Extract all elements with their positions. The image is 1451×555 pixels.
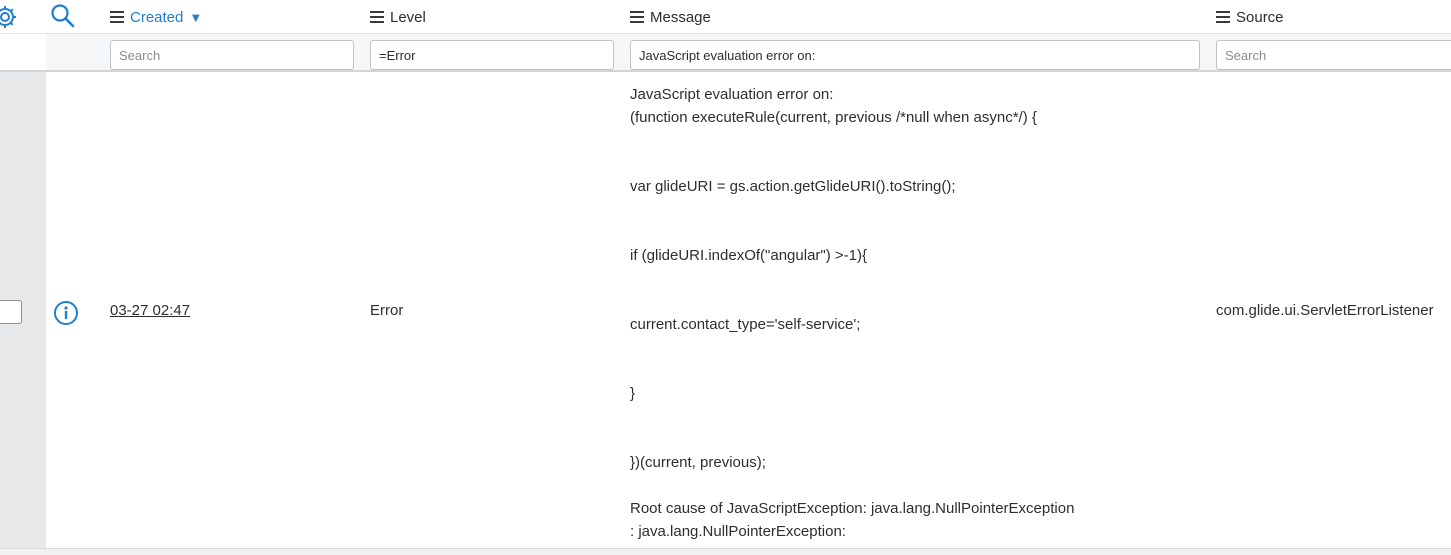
row-select-checkbox[interactable]	[0, 300, 22, 324]
next-row-edge	[0, 548, 1451, 555]
created-cell: 03-27 02:47	[110, 302, 190, 319]
created-link[interactable]: 03-27 02:47	[110, 302, 190, 319]
message-line	[630, 290, 1200, 313]
column-header-message-label: Message	[650, 8, 711, 26]
message-line: JavaScript evaluation error on:	[630, 86, 834, 103]
column-header-row: Created ▼ Level Message Source	[0, 0, 1451, 34]
column-header-created-label: Created	[130, 8, 184, 26]
message-line	[630, 267, 1200, 290]
message-filter-input[interactable]	[630, 40, 1200, 70]
gear-icon[interactable]	[0, 4, 18, 30]
level-filter-input[interactable]	[370, 40, 614, 70]
message-line	[630, 428, 1200, 451]
hamburger-icon[interactable]	[370, 11, 384, 23]
message-cell: JavaScript evaluation error on: (function…	[630, 83, 1200, 543]
message-line	[630, 359, 1200, 382]
sort-descending-icon[interactable]: ▼	[189, 11, 202, 24]
hamburger-icon[interactable]	[110, 11, 124, 23]
message-line	[630, 474, 1200, 497]
level-cell: Error	[370, 302, 404, 319]
search-icon[interactable]	[50, 3, 76, 29]
column-header-source[interactable]: Source	[1216, 6, 1284, 28]
message-line: Root cause of JavaScriptException: java.…	[630, 500, 1075, 517]
message-line: if (glideURI.indexOf("angular") >-1){	[630, 247, 867, 264]
message-line: })(current, previous);	[630, 454, 766, 471]
message-line: (function executeRule(current, previous …	[630, 109, 1037, 126]
message-line	[630, 336, 1200, 359]
column-header-created[interactable]: Created ▼	[110, 6, 202, 28]
source-cell: com.glide.ui.ServletErrorListener	[1216, 302, 1434, 319]
message-line	[630, 129, 1200, 152]
filter-row	[0, 34, 1451, 72]
column-header-level-label: Level	[390, 8, 426, 26]
column-header-message[interactable]: Message	[630, 6, 711, 28]
message-line: current.contact_type='self-service';	[630, 316, 861, 333]
message-line: }	[630, 385, 636, 402]
message-line	[630, 198, 1200, 221]
source-filter-input[interactable]	[1216, 40, 1451, 70]
created-filter-input[interactable]	[110, 40, 354, 70]
column-header-level[interactable]: Level	[370, 6, 426, 28]
list-grid: Created ▼ Level Message Source Search =E…	[0, 0, 1451, 555]
message-line	[630, 152, 1200, 175]
message-line	[630, 221, 1200, 244]
message-line: var glideURI = gs.action.getGlideURI().t…	[630, 178, 956, 195]
table-row: 03-27 02:47 Error JavaScript evaluation …	[0, 72, 1451, 548]
info-icon[interactable]	[53, 300, 79, 326]
hamburger-icon[interactable]	[1216, 11, 1230, 23]
hamburger-icon[interactable]	[630, 11, 644, 23]
message-line	[630, 405, 1200, 428]
column-header-source-label: Source	[1236, 8, 1284, 26]
filter-row-gutter	[0, 34, 46, 70]
message-line: : java.lang.NullPointerException:	[630, 523, 846, 540]
